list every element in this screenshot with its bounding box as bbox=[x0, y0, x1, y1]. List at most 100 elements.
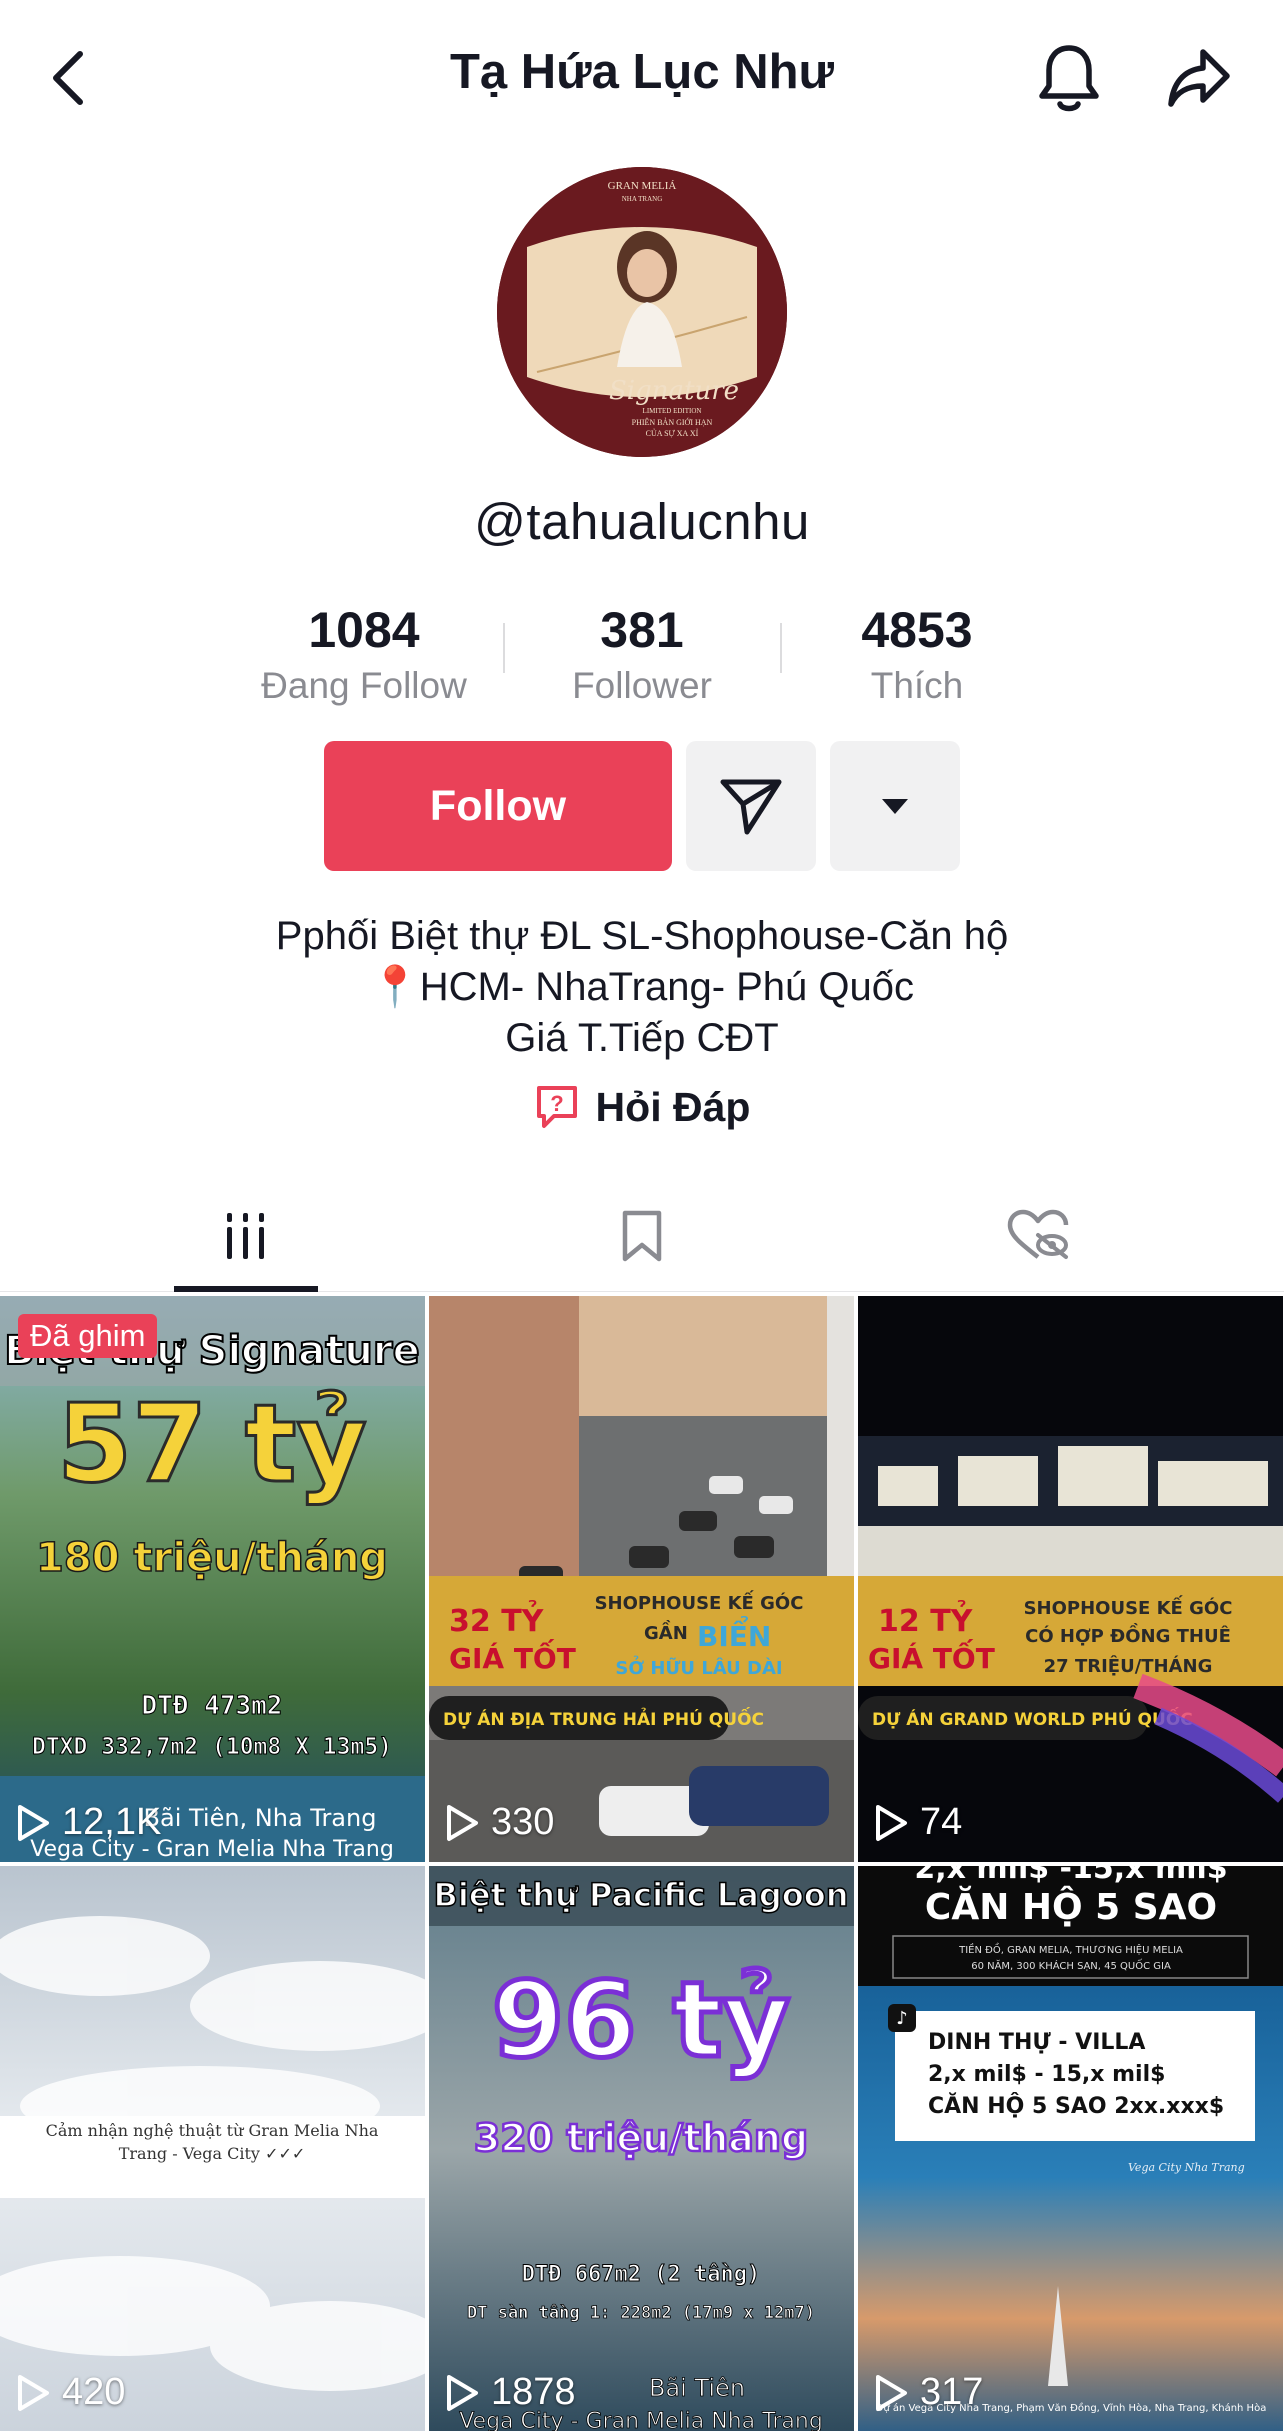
video-thumbnail: 12 TỶ GIÁ TỐT SHOPHOUSE KẾ GÓC CÓ HỢP ĐỒ… bbox=[858, 1296, 1283, 1862]
stat-followers[interactable]: 381 Follower bbox=[512, 598, 772, 710]
svg-text:GẦN: GẦN bbox=[644, 1620, 688, 1644]
video-tile[interactable]: Cảm nhận nghệ thuật từ Gran Melia Nha Tr… bbox=[0, 1866, 425, 2431]
profile-tabs bbox=[0, 1180, 1284, 1292]
svg-text:Trang - Vega City ✓✓✓: Trang - Vega City ✓✓✓ bbox=[119, 2144, 306, 2163]
play-icon bbox=[447, 1804, 478, 1841]
pinned-badge: Đã ghim bbox=[18, 1314, 158, 1358]
bookmark-icon bbox=[622, 1210, 662, 1262]
view-count-value: 317 bbox=[920, 2371, 984, 2413]
stat-likes: 4853 Thích bbox=[787, 598, 1047, 710]
svg-text:DỰ ÁN GRAND WORLD PHÚ QUỐC: DỰ ÁN GRAND WORLD PHÚ QUỐC bbox=[872, 1706, 1193, 1730]
svg-text:CỦA SỰ XA XỈ: CỦA SỰ XA XỈ bbox=[646, 428, 699, 438]
svg-text:BIỂN: BIỂN bbox=[697, 1614, 771, 1653]
play-icon bbox=[447, 2374, 478, 2411]
play-icon bbox=[18, 1804, 49, 1841]
svg-text:CÓ HỢP ĐỒNG THUÊ: CÓ HỢP ĐỒNG THUÊ bbox=[1025, 1623, 1231, 1647]
view-count: 1878 bbox=[445, 2371, 576, 2414]
svg-text:PHIÊN BẢN GIỚI HẠN: PHIÊN BẢN GIỚI HẠN bbox=[632, 417, 713, 427]
video-tile[interactable]: Biệt thự Signature 57 tỷ 180 triệu/tháng… bbox=[0, 1296, 425, 1862]
svg-text:SHOPHOUSE KẾ GÓC: SHOPHOUSE KẾ GÓC bbox=[595, 1590, 804, 1614]
video-tile[interactable]: 32 TỶ GIÁ TỐT SHOPHOUSE KẾ GÓC GẦN BIỂN … bbox=[429, 1296, 854, 1862]
svg-text:320 triệu/tháng: 320 triệu/tháng bbox=[474, 2116, 808, 2160]
username: @tahualucnhu bbox=[474, 493, 810, 550]
svg-text:TIỀN ĐỒ, GRAN MELIA, THƯƠNG HI: TIỀN ĐỒ, GRAN MELIA, THƯƠNG HIỆU MELIA bbox=[958, 1942, 1183, 1956]
svg-text:♪: ♪ bbox=[896, 2008, 908, 2029]
video-thumbnail: 2,x mil$ -15,x mil$ CĂN HỘ 5 SAO TIỀN ĐỒ… bbox=[858, 1866, 1283, 2431]
avatar-image: GRAN MELIÁ NHA TRANG Signature LIMITED E… bbox=[497, 167, 787, 457]
play-icon bbox=[876, 1804, 907, 1841]
heart-hidden-icon bbox=[1007, 1209, 1069, 1259]
svg-text:96 tỷ: 96 tỷ bbox=[492, 1959, 790, 2081]
svg-text:Vega City Nha Trang: Vega City Nha Trang bbox=[1128, 2161, 1245, 2174]
bio-line: Giá T.Tiếp CĐT bbox=[505, 1016, 779, 1060]
send-message-icon bbox=[720, 779, 782, 835]
svg-text:SHOPHOUSE KẾ GÓC: SHOPHOUSE KẾ GÓC bbox=[1024, 1595, 1233, 1619]
stat-divider bbox=[780, 623, 782, 673]
share-arrow-icon bbox=[1168, 49, 1230, 107]
play-icon bbox=[18, 2374, 49, 2411]
tab-videos[interactable] bbox=[32, 1180, 460, 1292]
svg-text:2,x mil$ -15,x mil$: 2,x mil$ -15,x mil$ bbox=[914, 1866, 1227, 1886]
svg-text:12 TỶ: 12 TỶ bbox=[878, 1600, 974, 1639]
view-count: 74 bbox=[874, 1801, 962, 1844]
bio-line: 📍HCM- NhaTrang- Phú Quốc bbox=[369, 965, 915, 1009]
svg-text:GIÁ TỐT: GIÁ TỐT bbox=[868, 1637, 995, 1675]
svg-text:CĂN HỘ 5 SAO 2xx.xxx$: CĂN HỘ 5 SAO 2xx.xxx$ bbox=[928, 2092, 1224, 2119]
tab-saved[interactable] bbox=[428, 1180, 856, 1292]
stat-following[interactable]: 1084 Đang Follow bbox=[234, 598, 494, 710]
svg-text:DTĐ 667m2 (2 tầng): DTĐ 667m2 (2 tầng) bbox=[522, 2262, 760, 2287]
stat-label: Đang Follow bbox=[261, 665, 467, 706]
stat-label: Follower bbox=[572, 665, 712, 706]
avatar[interactable]: GRAN MELIÁ NHA TRANG Signature LIMITED E… bbox=[497, 167, 787, 457]
svg-text:DTĐ 473m2: DTĐ 473m2 bbox=[142, 1691, 283, 1721]
svg-text:SỞ HỮU LÂU DÀI: SỞ HỮU LÂU DÀI bbox=[615, 1655, 782, 1679]
caret-down-icon bbox=[882, 799, 908, 814]
bio-line: Pphối Biệt thự ĐL SL-Shophouse-Căn hộ bbox=[275, 914, 1009, 958]
view-count: 12,1K bbox=[16, 1801, 161, 1844]
tab-liked[interactable] bbox=[824, 1180, 1252, 1292]
svg-text:Bãi Tiên, Nha Trang: Bãi Tiên, Nha Trang bbox=[144, 1804, 377, 1832]
stat-value: 4853 bbox=[861, 602, 973, 658]
svg-text:Bãi Tiên: Bãi Tiên bbox=[649, 2374, 745, 2402]
question-chat-icon: ? bbox=[536, 1086, 577, 1128]
svg-text:57 tỷ: 57 tỷ bbox=[57, 1382, 367, 1507]
message-button[interactable] bbox=[686, 741, 816, 871]
svg-text:LIMITED EDITION: LIMITED EDITION bbox=[643, 407, 702, 415]
more-options-button[interactable] bbox=[830, 741, 960, 871]
stat-value: 1084 bbox=[308, 602, 420, 658]
stat-value: 381 bbox=[600, 602, 684, 658]
svg-text:32 TỶ: 32 TỶ bbox=[449, 1600, 545, 1639]
svg-text:GRAN MELIÁ: GRAN MELIÁ bbox=[608, 180, 677, 192]
video-thumbnail: 32 TỶ GIÁ TỐT SHOPHOUSE KẾ GÓC GẦN BIỂN … bbox=[429, 1296, 854, 1862]
qa-label: Hỏi Đáp bbox=[595, 1083, 751, 1130]
share-button[interactable] bbox=[1156, 35, 1242, 121]
video-thumbnail: Cảm nhận nghệ thuật từ Gran Melia Nha Tr… bbox=[0, 1866, 425, 2431]
video-thumbnail: Biệt thự Pacific Lagoon 96 tỷ 320 triệu/… bbox=[429, 1866, 854, 2431]
follow-button[interactable]: Follow bbox=[324, 741, 672, 871]
video-tile[interactable]: 2,x mil$ -15,x mil$ CĂN HỘ 5 SAO TIỀN ĐỒ… bbox=[858, 1866, 1283, 2431]
video-thumbnail: Biệt thự Signature 57 tỷ 180 triệu/tháng… bbox=[0, 1296, 425, 1862]
svg-text:27 TRIỆU/THÁNG: 27 TRIỆU/THÁNG bbox=[1044, 1655, 1213, 1677]
svg-text:2,x mil$ - 15,x mil$: 2,x mil$ - 15,x mil$ bbox=[928, 2062, 1165, 2087]
svg-text:60 NĂM, 300 KHÁCH SẠN, 45 QUỐC: 60 NĂM, 300 KHÁCH SẠN, 45 QUỐC GIA bbox=[971, 1958, 1171, 1972]
qa-link[interactable]: ? Hỏi Đáp bbox=[0, 1083, 1284, 1131]
svg-text:NHA TRANG: NHA TRANG bbox=[622, 195, 663, 203]
svg-text:Biệt thự Pacific Lagoon: Biệt thự Pacific Lagoon bbox=[433, 1876, 848, 1914]
svg-text:DT sàn tầng 1: 228m2 (17m9 x 1: DT sàn tầng 1: 228m2 (17m9 x 12m7) bbox=[467, 2303, 815, 2323]
svg-text:Cảm nhận nghệ thuật từ Gran Me: Cảm nhận nghệ thuật từ Gran Melia Nha bbox=[46, 2121, 379, 2140]
svg-text:180 triệu/tháng: 180 triệu/tháng bbox=[36, 1535, 388, 1581]
view-count: 330 bbox=[445, 1801, 554, 1844]
view-count-value: 12,1K bbox=[62, 1801, 162, 1843]
svg-text:DỰ ÁN ĐỊA TRUNG HẢI PHÚ QUỐC: DỰ ÁN ĐỊA TRUNG HẢI PHÚ QUỐC bbox=[443, 1706, 764, 1730]
view-count-value: 1878 bbox=[491, 2371, 576, 2413]
video-tile[interactable]: Biệt thự Pacific Lagoon 96 tỷ 320 triệu/… bbox=[429, 1866, 854, 2431]
grid-icon bbox=[227, 1213, 264, 1259]
video-tile[interactable]: 12 TỶ GIÁ TỐT SHOPHOUSE KẾ GÓC CÓ HỢP ĐỒ… bbox=[858, 1296, 1283, 1862]
view-count-value: 420 bbox=[62, 2371, 126, 2413]
active-tab-indicator bbox=[174, 1286, 318, 1292]
view-count-value: 330 bbox=[491, 1801, 555, 1843]
view-count-value: 74 bbox=[920, 1801, 963, 1843]
notification-button[interactable] bbox=[1026, 35, 1112, 121]
svg-text:CĂN HỘ 5 SAO: CĂN HỘ 5 SAO bbox=[925, 1885, 1217, 1928]
svg-text:?: ? bbox=[550, 1091, 563, 1116]
